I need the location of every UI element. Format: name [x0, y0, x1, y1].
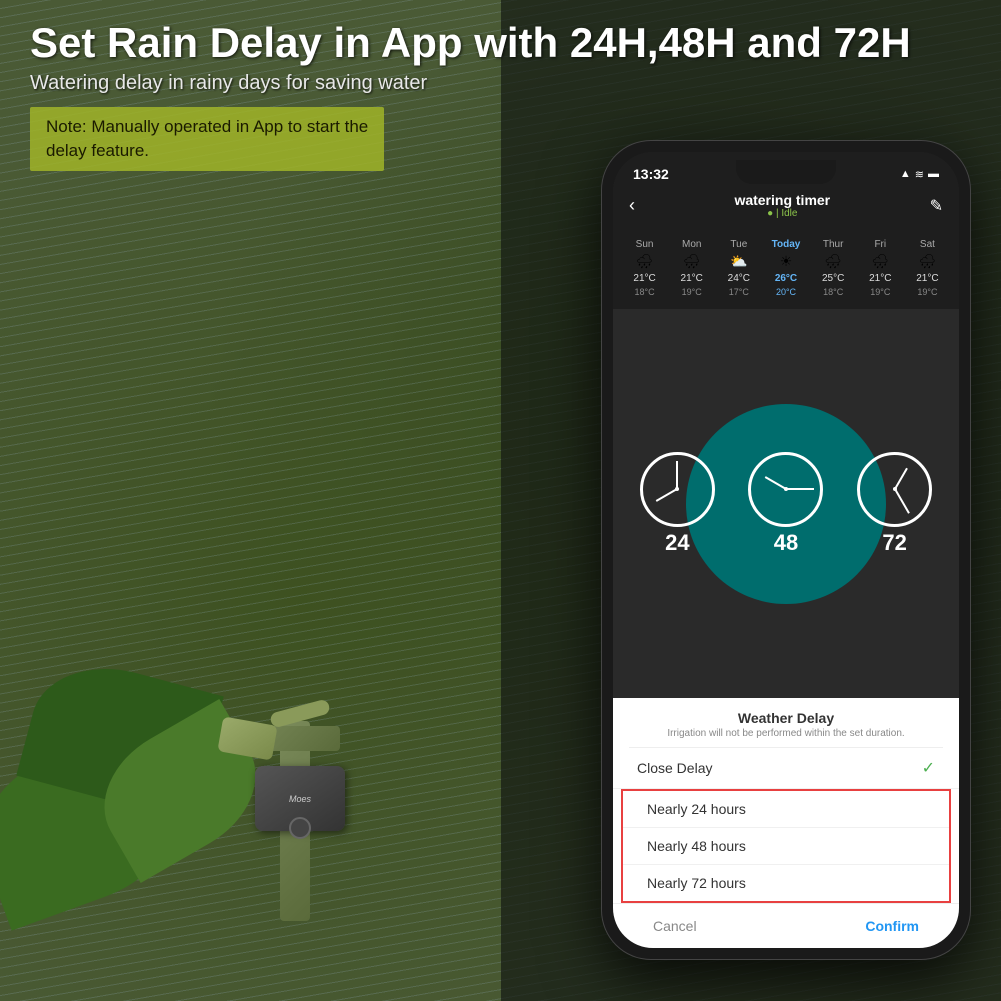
option-24h-label: Nearly 24 hours	[647, 801, 746, 817]
clock-hands-72	[860, 455, 929, 524]
clock-number-24: 24	[665, 530, 689, 556]
weather-icon-mon: 🌧	[683, 253, 701, 270]
day-thur: Thur 🌧 25°C 18°C	[810, 239, 857, 297]
options-box: Nearly 24 hours Nearly 48 hours Nearly 7…	[621, 789, 951, 903]
weather-icon-tue: ⛅	[730, 253, 747, 270]
temp-today-low: 20°C	[776, 287, 796, 297]
day-fri: Fri 🌧 21°C 19°C	[857, 239, 904, 297]
app-title: watering timer	[734, 192, 830, 208]
weather-icon-today: ☀	[780, 253, 793, 270]
clock-face-72	[857, 452, 932, 527]
app-header: ‹ watering timer ● | Idle ✎	[613, 186, 959, 233]
phone-screen: 13:32 ▲ ≋ ▬ ‹ watering timer ● | Idle ✎	[613, 152, 959, 948]
cancel-button[interactable]: Cancel	[643, 914, 707, 938]
status-time: 13:32	[633, 166, 669, 182]
clock-number-48: 48	[774, 530, 798, 556]
weather-icon-sat: 🌧	[919, 253, 937, 270]
clock-minute-24	[676, 461, 678, 489]
modal-subtitle: Irrigation will not be performed within …	[613, 728, 959, 747]
temp-sat-high: 21°C	[916, 273, 938, 284]
main-title: Set Rain Delay in App with 24H,48H and 7…	[30, 20, 971, 66]
weather-icon-thur: 🌧	[824, 253, 842, 270]
temp-thur-high: 25°C	[822, 273, 844, 284]
temp-tue-high: 24°C	[728, 273, 750, 284]
temp-sun-high: 21°C	[633, 273, 655, 284]
sheet-actions: Cancel Confirm	[613, 903, 959, 948]
days-row: Sun 🌧 21°C 18°C Mon 🌧 21°C 19°C Tue ⛅	[621, 239, 951, 297]
edit-icon[interactable]: ✎	[930, 196, 943, 216]
temp-thur-low: 18°C	[823, 287, 843, 297]
confirm-button[interactable]: Confirm	[855, 914, 929, 938]
modal-title: Weather Delay	[613, 698, 959, 728]
temp-fri-low: 19°C	[870, 287, 890, 297]
option-48h-label: Nearly 48 hours	[647, 838, 746, 854]
day-sat: Sat 🌧 21°C 19°C	[904, 239, 951, 297]
battery-icon: ▬	[928, 168, 939, 180]
subtitle: Watering delay in rainy days for saving …	[30, 72, 971, 95]
temp-sun-low: 18°C	[635, 287, 655, 297]
day-mon: Mon 🌧 21°C 19°C	[668, 239, 715, 297]
clock-face-24	[640, 452, 715, 527]
clock-24[interactable]: 24	[640, 452, 715, 556]
close-delay-row[interactable]: Close Delay ✓	[613, 748, 959, 789]
clock-hour-24	[656, 488, 678, 502]
clock-center-24	[675, 487, 679, 491]
phone-outer: 13:32 ▲ ≋ ▬ ‹ watering timer ● | Idle ✎	[601, 140, 971, 960]
signal-icon: ▲	[900, 168, 911, 180]
clock-center-72	[893, 487, 897, 491]
day-label-today: Today	[772, 239, 801, 250]
option-72h-label: Nearly 72 hours	[647, 875, 746, 891]
app-status-badge: ● | Idle	[734, 208, 830, 219]
app-nav: ‹ watering timer ● | Idle ✎	[629, 192, 943, 219]
clock-hands-48	[751, 455, 820, 524]
clock-minute-48	[786, 488, 814, 490]
status-bar: 13:32 ▲ ≋ ▬	[613, 152, 959, 186]
day-tue: Tue ⛅ 24°C 17°C	[715, 239, 762, 297]
day-label-sat: Sat	[920, 239, 935, 250]
weather-strip: Sun 🌧 21°C 18°C Mon 🌧 21°C 19°C Tue ⛅	[613, 233, 959, 309]
clock-minute-72	[894, 489, 910, 514]
temp-sat-low: 19°C	[917, 287, 937, 297]
option-48h[interactable]: Nearly 48 hours	[623, 828, 949, 865]
status-icons: ▲ ≋ ▬	[900, 168, 939, 181]
note-box: Note: Manually operated in App to start …	[30, 107, 384, 171]
clock-72[interactable]: 72	[857, 452, 932, 556]
temp-today-high: 26°C	[775, 273, 797, 284]
temp-mon-high: 21°C	[681, 273, 703, 284]
app-title-area: watering timer ● | Idle	[734, 192, 830, 219]
day-label-mon: Mon	[682, 239, 701, 250]
bottom-sheet: Weather Delay Irrigation will not be per…	[613, 698, 959, 948]
clock-center-48	[784, 487, 788, 491]
day-today: Today ☀ 26°C 20°C	[762, 239, 809, 297]
check-icon: ✓	[922, 758, 935, 778]
day-label-tue: Tue	[730, 239, 747, 250]
close-delay-label: Close Delay	[637, 760, 712, 776]
clock-area: 24 48	[613, 309, 959, 698]
temp-mon-low: 19°C	[682, 287, 702, 297]
clock-hour-72	[894, 468, 908, 490]
day-label-fri: Fri	[874, 239, 886, 250]
clock-hands-24	[643, 455, 712, 524]
clock-number-72: 72	[882, 530, 906, 556]
weather-icon-fri: 🌧	[871, 253, 889, 270]
option-24h[interactable]: Nearly 24 hours	[623, 791, 949, 828]
note-text: Note: Manually operated in App to start …	[46, 117, 368, 160]
temp-fri-high: 21°C	[869, 273, 891, 284]
back-button[interactable]: ‹	[629, 195, 635, 216]
clocks-row: 24 48	[623, 452, 949, 556]
phone-wrapper: 13:32 ▲ ≋ ▬ ‹ watering timer ● | Idle ✎	[601, 140, 971, 960]
day-sun: Sun 🌧 21°C 18°C	[621, 239, 668, 297]
option-72h[interactable]: Nearly 72 hours	[623, 865, 949, 901]
day-label-thur: Thur	[823, 239, 844, 250]
clock-48[interactable]: 48	[748, 452, 823, 556]
temp-tue-low: 17°C	[729, 287, 749, 297]
wifi-icon: ≋	[915, 168, 924, 181]
weather-icon-sun: 🌧	[636, 253, 654, 270]
clock-face-48	[748, 452, 823, 527]
day-label-sun: Sun	[636, 239, 654, 250]
